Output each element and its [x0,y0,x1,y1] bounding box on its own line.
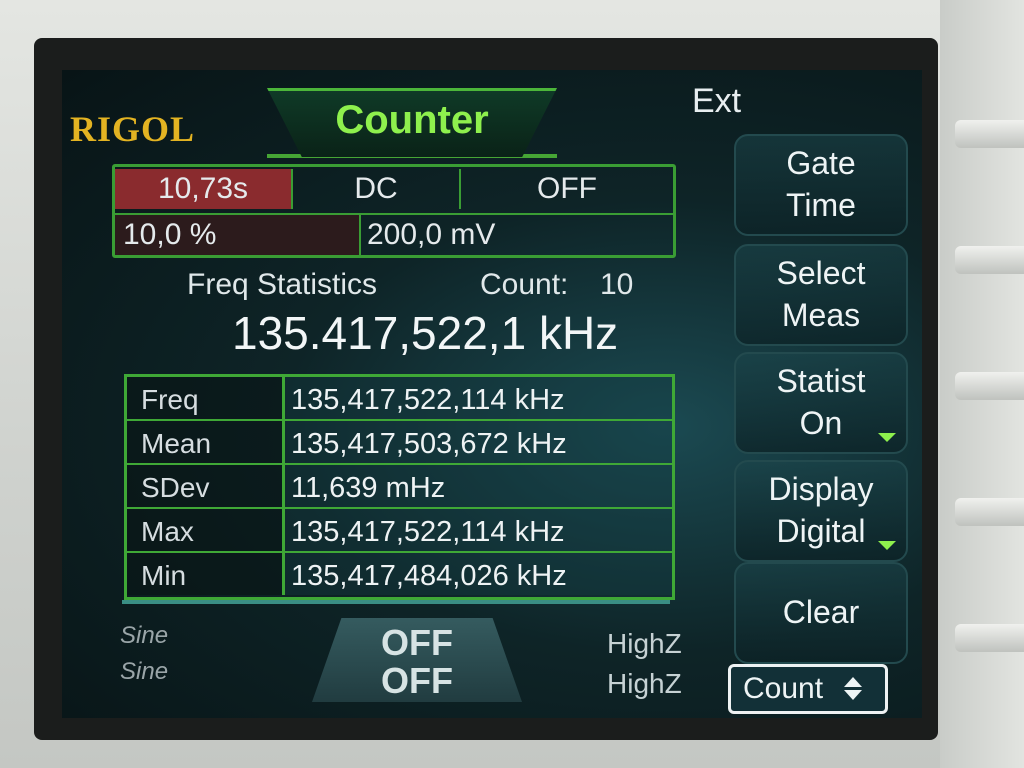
grip-rib [955,624,1024,652]
gate-time-value[interactable]: 10,73s [115,169,293,209]
softkey-label: Time [786,187,856,223]
table-row: Min 135,417,484,026 kHz [127,553,672,595]
display-screen: RIGOL Counter Ext 10,73s DC OFF 10,0 % 2… [62,70,922,718]
row-label-sdev: SDev [127,465,285,507]
row-label-max: Max [127,509,285,551]
softkey-statistics[interactable]: Statist On [734,352,908,454]
softkey-select-meas[interactable]: Select Meas [734,244,908,346]
row-label-freq: Freq [127,377,285,419]
softkey-label: Display [768,471,874,507]
statistics-header: Freq Statistics [187,268,378,301]
grip-rib [955,246,1024,274]
status-divider [122,600,670,604]
ch1-load: HighZ [607,628,682,659]
brand-logo: RIGOL [70,109,196,149]
up-down-arrow-icon [844,677,862,701]
mode-tab: Counter [267,88,557,158]
softkey-label: Clear [782,594,860,630]
count-label: Count: [480,268,569,301]
option-marker-icon [878,433,896,442]
softkey-label: Gate [786,145,856,181]
ch1-waveform-info: Sine [120,622,169,649]
row-value-min: 135,417,484,026 kHz [285,553,672,595]
softkey-clear[interactable]: Clear [734,562,908,664]
duty-value[interactable]: 10,0 % [115,215,361,255]
parameter-panel: 10,73s DC OFF 10,0 % 200,0 mV [112,164,676,258]
table-row: Max 135,417,522,114 kHz [127,509,672,553]
row-value-sdev: 11,639 mHz [285,465,672,507]
menu-selector-label: Count [743,672,824,705]
grip-rib [955,120,1024,148]
grip-rib [955,498,1024,526]
table-row: SDev 11,639 mHz [127,465,672,509]
count-value: 10 [600,268,634,301]
softkey-gate-time[interactable]: Gate Time [734,134,908,236]
mode-title: Counter [335,98,489,142]
ch1-output-state: OFF [381,622,453,663]
option-marker-icon [878,541,896,550]
main-frequency-reading: 135.417,522,1 kHz [232,307,619,359]
softkey-label: Meas [781,297,861,333]
softkey-label: Statist [776,363,866,399]
ch2-load: HighZ [607,668,682,699]
statistics-table: Freq 135,417,522,114 kHz Mean 135,417,50… [124,374,675,600]
row-value-max: 135,417,522,114 kHz [285,509,672,551]
row-label-min: Min [127,553,285,595]
parameter-row: 10,0 % 200,0 mV [115,213,673,255]
row-label-mean: Mean [127,421,285,463]
hf-filter-value[interactable]: OFF [461,169,673,209]
softkey-label: Select [776,255,866,291]
ch2-output-state: OFF [381,660,453,701]
row-value-mean: 135,417,503,672 kHz [285,421,672,463]
ch2-waveform-info: Sine [120,658,169,685]
trigger-level-value[interactable]: 200,0 mV [361,215,673,255]
softkey-display[interactable]: Display Digital [734,460,908,562]
table-row: Mean 135,417,503,672 kHz [127,421,672,465]
row-value-freq: 135,417,522,114 kHz [285,377,672,419]
parameter-row: 10,73s DC OFF [115,169,673,209]
output-status-tab[interactable]: OFF OFF [312,618,522,702]
trigger-source-indicator: Ext [692,82,742,120]
coupling-value[interactable]: DC [293,169,461,209]
grip-rib [955,372,1024,400]
menu-selector-button[interactable]: Count [728,664,888,714]
table-row: Freq 135,417,522,114 kHz [127,377,672,421]
